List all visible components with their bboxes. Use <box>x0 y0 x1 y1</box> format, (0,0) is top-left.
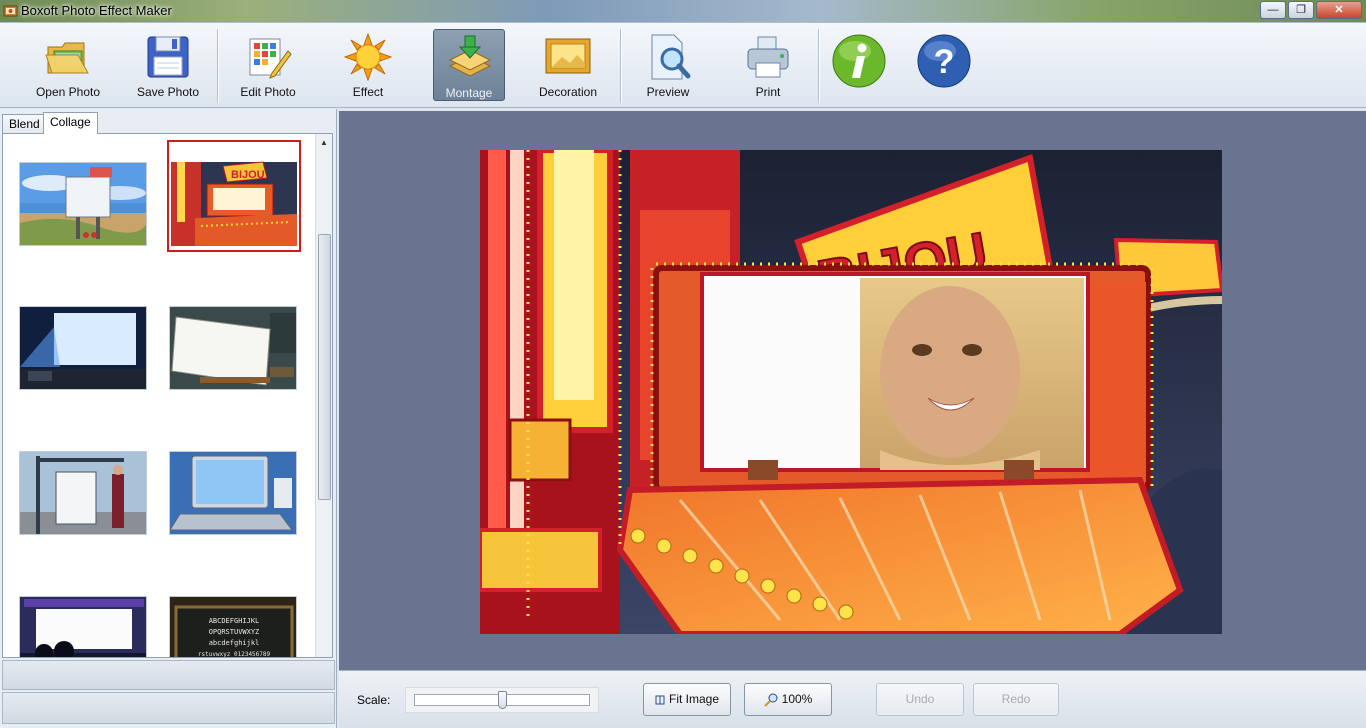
scale-slider-knob[interactable] <box>497 691 507 709</box>
chalk-line-4: rstuvwxyz 0123456789 <box>198 651 271 658</box>
fit-image-label: Fit Image <box>668 692 719 706</box>
decoration-label: Decoration <box>538 85 598 99</box>
title-bar: Boxoft Photo Effect Maker — ❐ ✕ <box>0 0 1366 22</box>
thumbnail-chalkboard-alphabet[interactable]: ABCDEFGHIJKL OPQRSTUVWXYZ abcdefghijkl r… <box>169 596 297 658</box>
open-photo-label: Open Photo <box>35 85 101 99</box>
toolbar-separator <box>818 29 820 103</box>
montage-layers-icon <box>448 35 492 77</box>
thumbnail-beach-billboard[interactable] <box>19 162 147 246</box>
info-button[interactable] <box>823 29 895 101</box>
toolbar-separator <box>217 29 219 103</box>
thumbnail-cinema-screen[interactable] <box>19 596 147 657</box>
decoration-button[interactable]: Decoration <box>532 29 604 101</box>
left-panel: Blend Collage BIJOU ABCDEFGHIJKL OPQRSTU… <box>0 109 337 728</box>
scale-label: Scale: <box>357 693 391 707</box>
zoom-100-label: 100% <box>781 692 813 706</box>
preview-label: Preview <box>646 85 690 99</box>
chalk-line-2: OPQRSTUVWXYZ <box>209 628 260 636</box>
preview-canvas-area: BIJOU <box>339 111 1366 670</box>
floppy-disk-icon <box>147 36 189 78</box>
print-button[interactable]: Print <box>732 29 804 101</box>
maximize-button[interactable]: ❐ <box>1288 1 1314 19</box>
thumbnail-easel-canvas[interactable] <box>169 306 297 390</box>
edit-photo-label: Edit Photo <box>240 85 296 99</box>
info-icon <box>832 34 886 88</box>
open-folder-icon <box>45 42 89 74</box>
print-label: Print <box>755 85 781 99</box>
preview-button[interactable]: Preview <box>632 29 704 101</box>
main-toolbar: Open Photo Save Photo Edit Photo Effect … <box>0 22 1366 108</box>
tab-collage[interactable]: Collage <box>43 112 98 134</box>
edit-grid-pencil-icon <box>249 38 292 79</box>
thumbnail-projection-screen[interactable] <box>19 306 147 390</box>
actual-size-button[interactable]: 100% <box>744 683 832 716</box>
scrollbar-thumb[interactable] <box>318 234 331 500</box>
edit-photo-button[interactable]: Edit Photo <box>232 29 304 101</box>
printer-icon <box>747 36 789 78</box>
minimize-button[interactable]: — <box>1260 1 1286 19</box>
fit-icon <box>655 695 665 705</box>
effect-label: Effect <box>352 85 384 99</box>
scroll-up-arrow-icon[interactable]: ▲ <box>319 138 329 148</box>
thumbnail-theater-marquee-selected[interactable]: BIJOU <box>167 140 301 252</box>
fit-image-button[interactable]: Fit Image <box>643 683 731 716</box>
help-button[interactable]: ? <box>908 29 980 101</box>
scale-slider[interactable] <box>405 687 599 713</box>
zoom-magnifier-icon <box>763 693 778 707</box>
app-logo-icon <box>3 5 18 17</box>
chalk-line-1: ABCDEFGHIJKL <box>209 617 260 625</box>
montage-button[interactable]: Montage <box>433 29 505 101</box>
save-photo-button[interactable]: Save Photo <box>132 29 204 101</box>
svg-text:?: ? <box>934 43 955 81</box>
effect-button[interactable]: Effect <box>332 29 404 101</box>
bottom-toolbar: Scale: Fit Image 100% Undo Redo <box>339 670 1366 728</box>
thumbnail-laptop-screen[interactable] <box>169 451 297 535</box>
open-photo-button[interactable]: Open Photo <box>32 29 104 101</box>
left-panel-footer <box>2 692 335 724</box>
magnifier-page-icon <box>651 34 691 80</box>
chalk-line-3: abcdefghijkl <box>209 639 260 647</box>
left-panel-status-bar <box>2 660 335 690</box>
montage-label: Montage <box>445 86 493 100</box>
thumbnail-bus-stop-poster[interactable] <box>19 451 147 535</box>
thumbnail-scrollbar[interactable]: ▲ <box>315 134 332 657</box>
tab-blend[interactable]: Blend <box>2 114 47 134</box>
montage-preview-image: BIJOU <box>480 150 1222 634</box>
redo-button[interactable]: Redo <box>973 683 1059 716</box>
svg-text:BIJOU: BIJOU <box>231 169 265 181</box>
collage-thumbnail-list: BIJOU ABCDEFGHIJKL OPQRSTUVWXYZ abcdefgh… <box>2 133 333 658</box>
save-photo-label: Save Photo <box>136 85 200 99</box>
sun-icon <box>344 33 392 81</box>
window-title: Boxoft Photo Effect Maker <box>21 3 172 18</box>
close-button[interactable]: ✕ <box>1316 1 1362 19</box>
frame-icon <box>545 38 591 74</box>
help-icon: ? <box>917 34 971 88</box>
undo-button[interactable]: Undo <box>876 683 964 716</box>
